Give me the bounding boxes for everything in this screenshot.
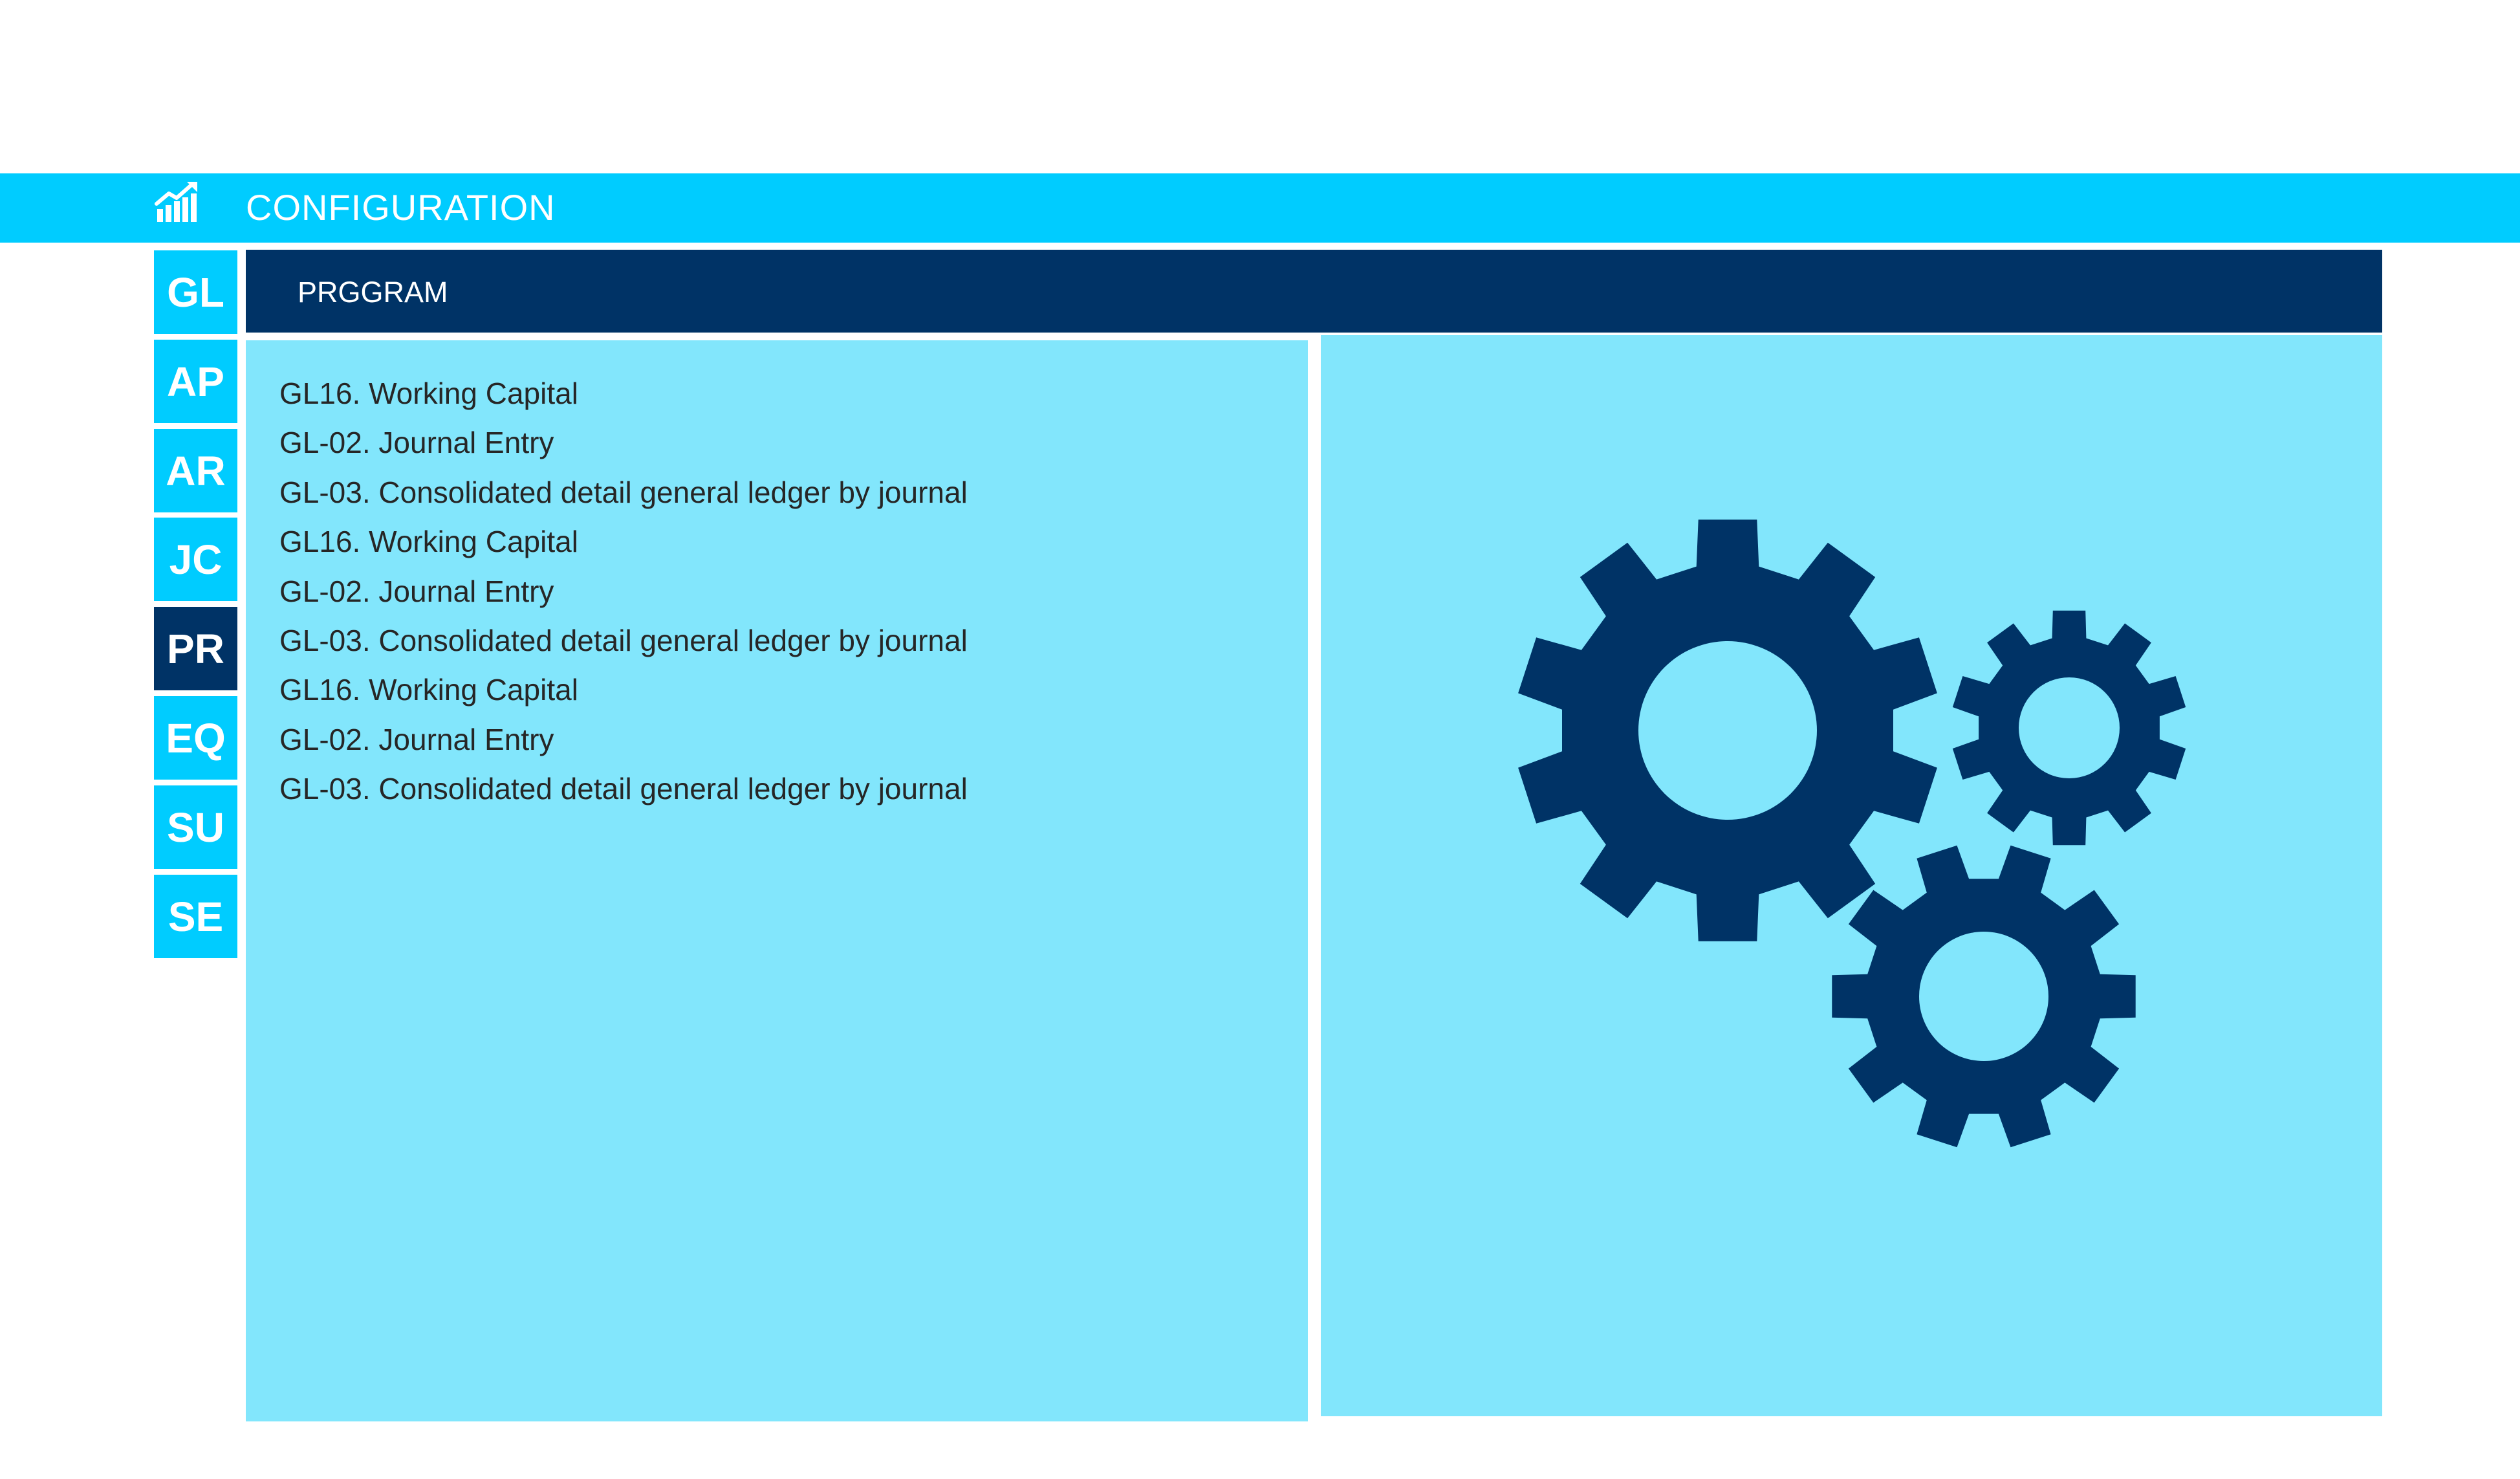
nav-tile-pr[interactable]: PR: [154, 607, 237, 690]
page-title: CONFIGURATION: [246, 187, 556, 228]
gear-3-hole: [1919, 932, 2048, 1061]
nav-tile-gl[interactable]: GL: [154, 250, 237, 334]
program-header-bar: PRGGRAM: [246, 250, 2382, 333]
program-list-item[interactable]: GL16. Working Capital: [279, 517, 968, 566]
nav-tile-eq[interactable]: EQ: [154, 696, 237, 780]
program-list-item[interactable]: GL-02. Journal Entry: [279, 418, 968, 467]
gears-icon: [1518, 520, 2186, 1148]
program-list-item[interactable]: GL-03. Consolidated detail general ledge…: [279, 764, 968, 813]
program-list-panel: GL16. Working Capital GL-02. Journal Entr…: [246, 340, 1308, 1421]
program-title: PRGGRAM: [298, 276, 448, 309]
illustration-panel: [1321, 335, 2382, 1416]
nav-tile-se[interactable]: SE: [154, 875, 237, 958]
gear-2-hole: [2019, 677, 2120, 778]
program-list-item[interactable]: GL16. Working Capital: [279, 665, 968, 714]
nav-tile-ar[interactable]: AR: [154, 429, 237, 512]
nav-tile-jc[interactable]: JC: [154, 518, 237, 601]
program-list-item[interactable]: GL-03. Consolidated detail general ledge…: [279, 468, 968, 517]
program-list-item[interactable]: GL-03. Consolidated detail general ledge…: [279, 616, 968, 665]
nav-tile-su[interactable]: SU: [154, 785, 237, 869]
growth-chart-icon: [155, 182, 197, 222]
program-list: GL16. Working Capital GL-02. Journal Entr…: [279, 369, 968, 814]
program-list-item[interactable]: GL-02. Journal Entry: [279, 567, 968, 616]
program-list-item[interactable]: GL16. Working Capital: [279, 369, 968, 418]
program-list-item[interactable]: GL-02. Journal Entry: [279, 715, 968, 764]
gear-1-hole: [1638, 641, 1817, 820]
nav-tile-ap[interactable]: AP: [154, 340, 237, 423]
